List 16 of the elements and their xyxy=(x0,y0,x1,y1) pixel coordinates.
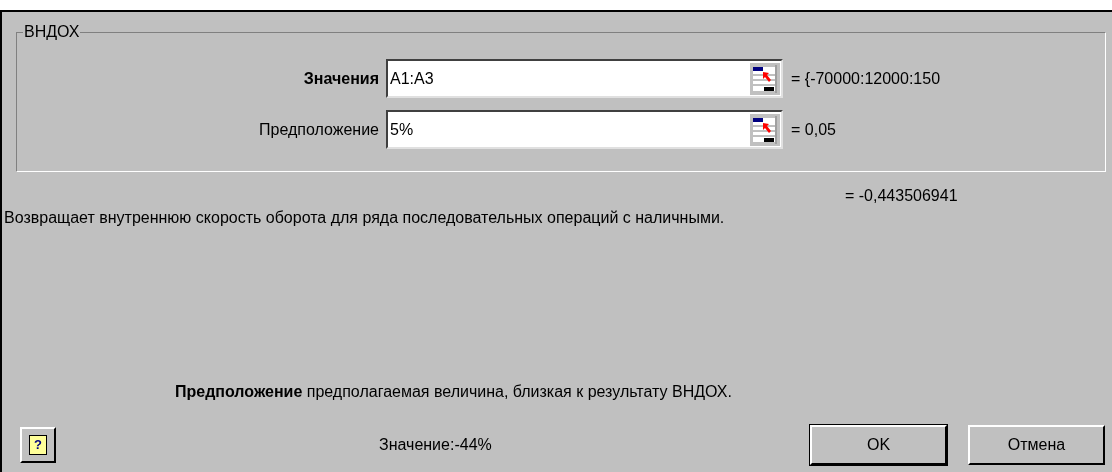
collapse-dialog-icon[interactable] xyxy=(750,62,780,95)
argument-result: = {-70000:12000:150 xyxy=(791,68,941,89)
result-value: Значение:-44% xyxy=(379,435,492,455)
argument-label: Значения xyxy=(302,68,380,89)
ok-button[interactable]: OK xyxy=(810,425,947,465)
help-button[interactable]: ? xyxy=(20,427,56,463)
function-description: Возвращает внутреннюю скорость оборота для ряда последовательных операций с наличными. xyxy=(4,209,725,226)
argument-field[interactable]: A1:A3 xyxy=(386,59,783,98)
argument-description: Предположение предполагаемая величина, близкая к результату ВНДОХ. xyxy=(175,383,732,400)
argument-result: = 0,05 xyxy=(791,119,836,140)
argument-field[interactable]: 5% xyxy=(386,110,783,149)
formula-result: = -0,443506941 xyxy=(845,187,958,204)
cancel-button[interactable]: Отмена xyxy=(968,425,1105,465)
collapse-dialog-icon[interactable] xyxy=(750,113,780,146)
argument-label: Предположение xyxy=(258,119,380,140)
group-title: ВНДОХ xyxy=(23,22,81,42)
